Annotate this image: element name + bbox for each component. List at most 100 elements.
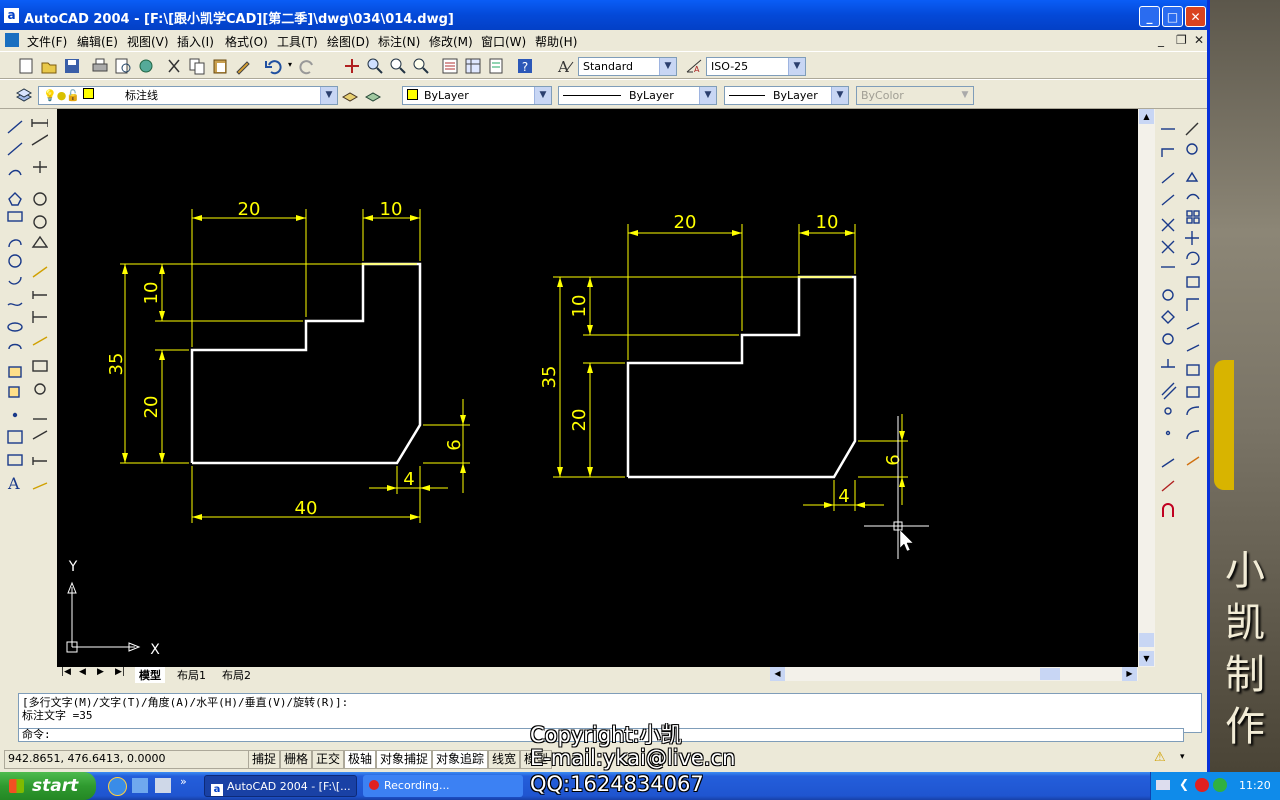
redo-icon[interactable] [298, 56, 318, 76]
save-icon[interactable] [62, 56, 82, 76]
menu-tools[interactable]: 工具(T) [277, 33, 318, 50]
autocad-app-icon[interactable]: a [4, 8, 19, 23]
dimension-style-select[interactable]: ISO-25 ▼ [706, 57, 806, 76]
menu-view[interactable]: 视图(V) [127, 33, 169, 50]
tab-prev-icon[interactable]: ◀ [79, 667, 86, 677]
match-properties-icon[interactable] [233, 56, 253, 76]
zoom-realtime-icon[interactable] [365, 56, 385, 76]
tab-layout2[interactable]: 布局2 [218, 667, 255, 683]
doc-restore-button[interactable]: ❐ [1176, 33, 1187, 47]
tool-palettes-icon[interactable] [486, 56, 506, 76]
linetype-select[interactable]: ByLayer ▼ [558, 86, 717, 105]
tray-arrow-icon[interactable]: ❮ [1179, 777, 1189, 791]
pan-realtime-icon[interactable] [342, 56, 362, 76]
print-preview-icon[interactable] [113, 56, 133, 76]
network-icon[interactable] [1213, 778, 1227, 792]
menu-draw[interactable]: 绘图(D) [327, 33, 370, 50]
color-select[interactable]: ByLayer ▼ [402, 86, 552, 105]
dim-left-width-20: 20 [238, 199, 261, 220]
tab-model[interactable]: 模型 [135, 667, 165, 683]
undo-icon[interactable] [263, 56, 283, 76]
close-button[interactable]: ✕ [1185, 6, 1206, 27]
tab-first-icon[interactable]: |◀ [61, 667, 71, 677]
taskbar-recording[interactable]: Recording... [363, 775, 523, 797]
menu-window[interactable]: 窗口(W) [481, 33, 526, 50]
polar-toggle[interactable]: 极轴 [344, 750, 377, 769]
keyboard-icon[interactable] [1156, 780, 1170, 790]
sun-icon: ● [56, 89, 67, 102]
start-button[interactable]: start [0, 772, 96, 800]
horizontal-scrollbar[interactable]: ◀ ▶ [770, 667, 1138, 681]
publish-icon[interactable] [136, 56, 156, 76]
print-icon[interactable] [90, 56, 110, 76]
dim-left-chamfer-6: 6 [444, 439, 465, 450]
status-menu-icon[interactable]: ▾ [1180, 752, 1185, 762]
lineweight-toggle[interactable]: 线宽 [488, 750, 521, 769]
scroll-down-icon[interactable]: ▼ [1139, 651, 1154, 666]
menu-modify[interactable]: 修改(M) [429, 33, 473, 50]
vertical-scrollbar[interactable]: ▲ ▼ [1138, 109, 1155, 667]
quicklaunch-more-icon[interactable]: » [180, 775, 187, 788]
design-center-icon[interactable] [463, 56, 483, 76]
hscroll-thumb[interactable] [1040, 668, 1060, 680]
scroll-right-icon[interactable]: ▶ [1122, 667, 1137, 681]
tab-next-icon[interactable]: ▶ [97, 667, 104, 677]
menu-edit[interactable]: 编辑(E) [77, 33, 118, 50]
drawing-svg: 20 10 10 35 20 6 4 40 20 10 10 35 20 6 4… [66, 199, 929, 658]
drawing-canvas[interactable]: 20 10 10 35 20 6 4 40 20 10 10 35 20 6 4… [57, 109, 1138, 667]
undo-dropdown-icon[interactable]: ▾ [288, 60, 292, 69]
doc-close-button[interactable]: ✕ [1194, 33, 1204, 47]
tab-layout1[interactable]: 布局1 [173, 667, 210, 683]
scroll-up-icon[interactable]: ▲ [1139, 109, 1154, 124]
layer-previous-icon[interactable] [363, 85, 383, 105]
ortho-toggle[interactable]: 正交 [312, 750, 345, 769]
menu-dimension[interactable]: 标注(N) [378, 33, 420, 50]
lineweight-select[interactable]: ByLayer ▼ [724, 86, 849, 105]
scroll-left-icon[interactable]: ◀ [770, 667, 785, 681]
paste-icon[interactable] [210, 56, 230, 76]
ucs-y-label: Y [68, 559, 78, 575]
doc-minimize-button[interactable]: _ [1158, 33, 1164, 47]
copy-icon[interactable] [187, 56, 207, 76]
minimize-button[interactable]: _ [1139, 6, 1160, 27]
tab-last-icon[interactable]: ▶| [115, 667, 125, 677]
layer-select[interactable]: 💡●🔓 标注线 ▼ [38, 86, 338, 105]
open-file-icon[interactable] [39, 56, 59, 76]
grid-toggle[interactable]: 栅格 [280, 750, 313, 769]
ucs-x-label: X [150, 642, 160, 658]
osnap-toggle[interactable]: 对象捕捉 [376, 750, 433, 769]
scroll-thumb[interactable] [1139, 633, 1154, 647]
media-icon[interactable] [132, 778, 148, 793]
modify-toolbar [1156, 109, 1206, 529]
snap-toggle[interactable]: 捕捉 [248, 750, 281, 769]
help-icon[interactable]: ? [515, 56, 535, 76]
system-tray: ❮ 11:20 [1150, 772, 1280, 800]
cut-icon[interactable] [164, 56, 184, 76]
layer-manager-icon[interactable] [14, 85, 34, 105]
make-object-layer-current-icon[interactable] [340, 85, 360, 105]
dimension-style-icon[interactable]: A [684, 56, 704, 76]
otrack-toggle[interactable]: 对象追踪 [432, 750, 489, 769]
menu-bar: 文件(F) 编辑(E) 视图(V) 插入(I) 格式(O) 工具(T) 绘图(D… [0, 30, 1207, 50]
zoom-window-icon[interactable] [388, 56, 408, 76]
communication-center-icon[interactable]: ⚠ [1154, 750, 1166, 765]
document-icon[interactable] [5, 33, 19, 47]
plotstyle-select: ByColor ▼ [856, 86, 974, 105]
menu-format[interactable]: 格式(O) [225, 33, 268, 50]
dim-left-height-20: 20 [141, 396, 162, 419]
maximize-button[interactable]: □ [1162, 6, 1183, 27]
text-style-select[interactable]: Standard ▼ [578, 57, 677, 76]
ie-icon[interactable] [108, 777, 127, 796]
taskbar-autocad[interactable]: a AutoCAD 2004 - [F:\[... [204, 775, 357, 797]
menu-file[interactable]: 文件(F) [27, 33, 67, 50]
antivirus-icon[interactable] [1195, 778, 1209, 792]
menu-help[interactable]: 帮助(H) [535, 33, 577, 50]
text-style-icon[interactable]: A [555, 56, 575, 76]
zoom-previous-icon[interactable] [411, 56, 431, 76]
coordinates-display[interactable]: 942.8651, 476.6413, 0.0000 [4, 750, 249, 769]
title-bar[interactable]: a AutoCAD 2004 - [F:\[跟小凯学CAD][第二季]\dwg\… [0, 0, 1207, 30]
properties-icon[interactable] [440, 56, 460, 76]
menu-insert[interactable]: 插入(I) [177, 33, 214, 50]
new-file-icon[interactable] [16, 56, 36, 76]
explorer-icon[interactable] [155, 778, 171, 793]
